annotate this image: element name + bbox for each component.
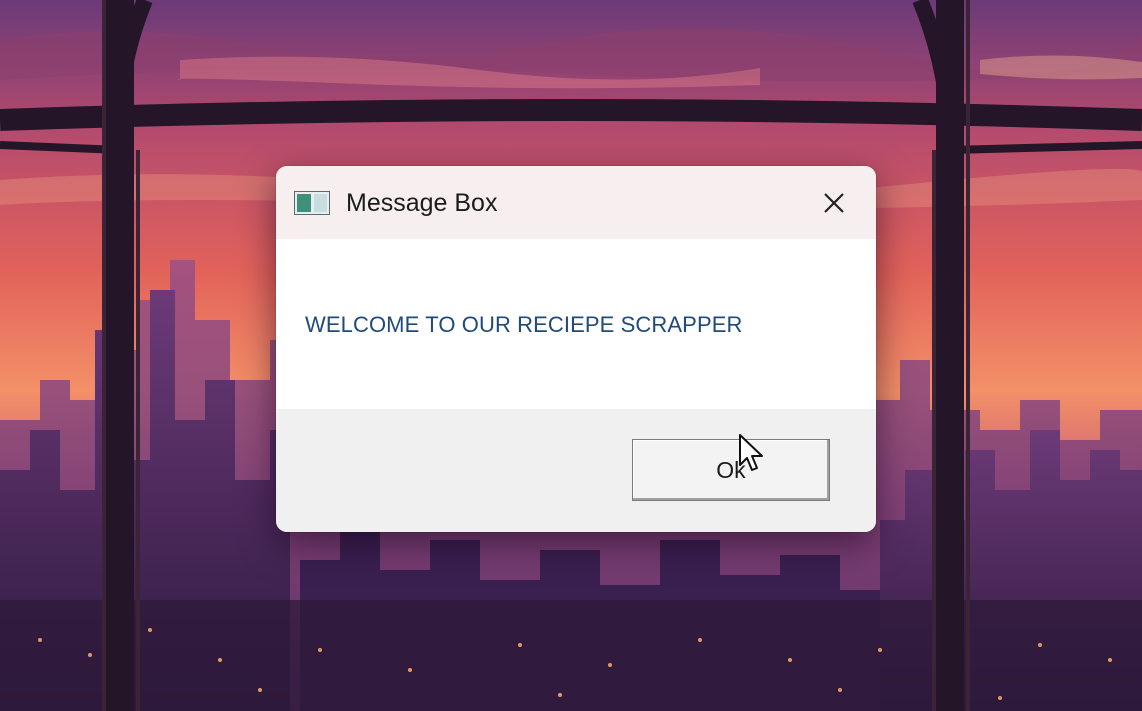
- dialog-button-bar: Ok: [276, 409, 876, 532]
- close-button[interactable]: [812, 182, 856, 224]
- dialog-message: WELCOME TO OUR RECIEPE SCRAPPER: [305, 312, 743, 337]
- desktop-scene: Message Box WELCOME TO OUR RECIEPE SCRAP…: [0, 0, 1142, 711]
- ok-button[interactable]: Ok: [632, 439, 830, 501]
- dialog-title-bar[interactable]: Message Box: [276, 166, 876, 239]
- dialog-title: Message Box: [346, 189, 498, 217]
- message-box-dialog: Message Box WELCOME TO OUR RECIEPE SCRAP…: [276, 166, 876, 532]
- dialog-body: WELCOME TO OUR RECIEPE SCRAPPER: [276, 239, 876, 409]
- close-icon: [824, 193, 844, 213]
- window-app-icon: [294, 191, 330, 215]
